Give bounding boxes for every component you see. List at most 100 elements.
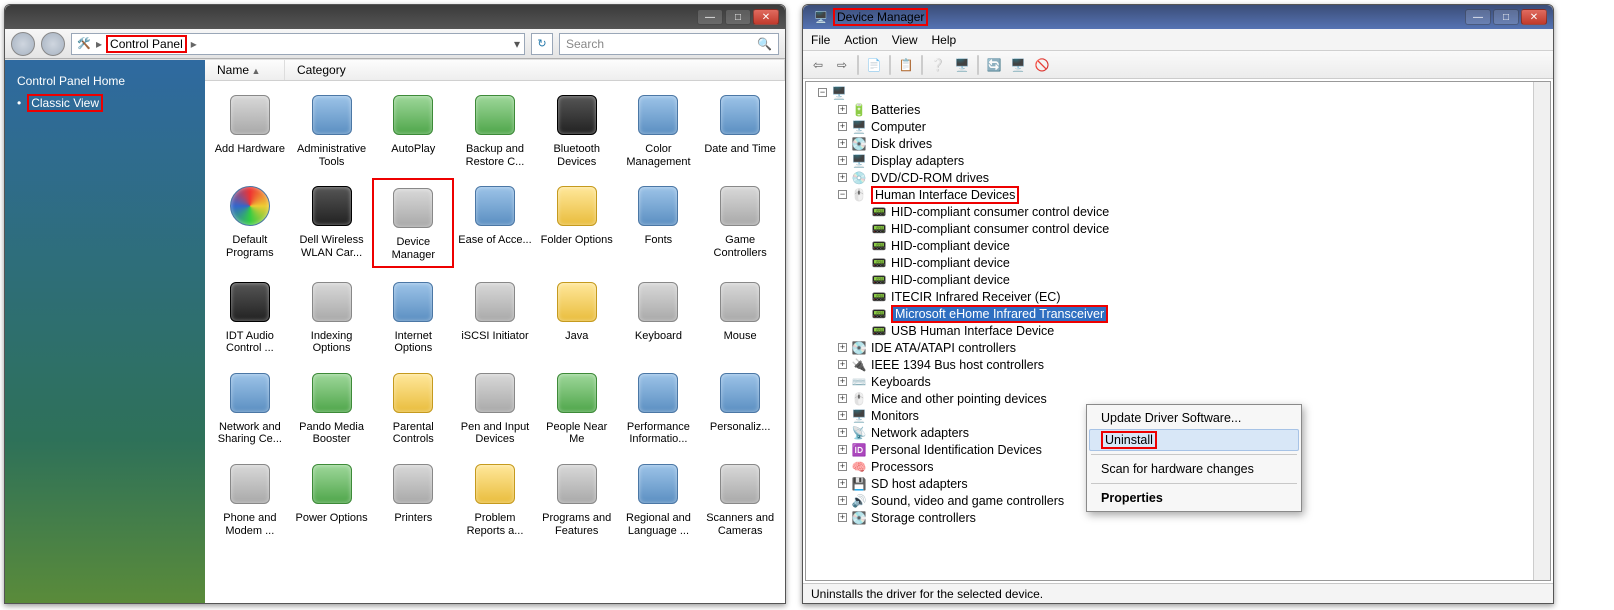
expand-icon[interactable]: + — [838, 105, 847, 114]
tree-node[interactable]: +🔌IEEE 1394 Bus host controllers — [808, 356, 1550, 373]
cp-item[interactable]: Administrative Tools — [291, 87, 373, 172]
cp-item[interactable]: Default Programs — [209, 178, 291, 267]
forward-button[interactable] — [41, 32, 65, 56]
column-category[interactable]: Category — [285, 60, 785, 80]
cp-item[interactable]: People Near Me — [536, 365, 618, 450]
toolbar-show-hidden-icon[interactable]: 📄 — [863, 54, 885, 76]
cp-item[interactable]: Backup and Restore C... — [454, 87, 536, 172]
cp-item[interactable]: IDT Audio Control ... — [209, 274, 291, 359]
cp-item[interactable]: AutoPlay — [372, 87, 454, 172]
expand-icon[interactable]: + — [838, 411, 847, 420]
minimize-button[interactable]: — — [1465, 9, 1491, 25]
maximize-button[interactable]: □ — [1493, 9, 1519, 25]
expand-icon[interactable]: + — [838, 394, 847, 403]
ctx-scan-hardware[interactable]: Scan for hardware changes — [1089, 458, 1299, 480]
cp-item[interactable]: Java — [536, 274, 618, 359]
expand-icon[interactable]: + — [838, 462, 847, 471]
menu-file[interactable]: File — [811, 33, 830, 47]
refresh-button[interactable]: ↻ — [531, 33, 553, 55]
toolbar-properties-icon[interactable]: 📋 — [895, 54, 917, 76]
tree-node[interactable]: −🖥️ — [808, 84, 1550, 101]
expand-icon[interactable]: + — [838, 122, 847, 131]
dropdown-chevron-icon[interactable]: ▾ — [514, 37, 520, 51]
close-button[interactable]: ✕ — [1521, 9, 1547, 25]
cp-item[interactable]: Keyboard — [618, 274, 700, 359]
expand-icon[interactable]: + — [838, 156, 847, 165]
sidebar-classic-view[interactable]: Classic View — [27, 94, 103, 112]
cp-item[interactable]: Performance Informatio... — [618, 365, 700, 450]
expand-icon[interactable]: + — [838, 479, 847, 488]
toolbar-back-icon[interactable]: ⇦ — [807, 54, 829, 76]
expand-icon[interactable]: + — [838, 377, 847, 386]
expand-icon[interactable]: + — [838, 428, 847, 437]
cp-item[interactable]: Personaliz... — [699, 365, 781, 450]
menu-view[interactable]: View — [892, 33, 918, 47]
toolbar-help-icon[interactable]: ❔ — [927, 54, 949, 76]
cp-item[interactable]: Ease of Acce... — [454, 178, 536, 267]
menu-help[interactable]: Help — [932, 33, 957, 47]
cp-item[interactable]: Internet Options — [372, 274, 454, 359]
cp-item[interactable]: Mouse — [699, 274, 781, 359]
back-button[interactable] — [11, 32, 35, 56]
tree-node[interactable]: 📟ITECIR Infrared Receiver (EC) — [808, 288, 1550, 305]
sidebar-home-link[interactable]: Control Panel Home — [17, 74, 193, 88]
minimize-button[interactable]: — — [697, 9, 723, 25]
cp-item[interactable]: Folder Options — [536, 178, 618, 267]
address-bar[interactable]: 🛠️ ▸ Control Panel ▸ ▾ — [71, 33, 525, 55]
cp-item[interactable]: Network and Sharing Ce... — [209, 365, 291, 450]
ctx-properties[interactable]: Properties — [1089, 487, 1299, 509]
cp-item[interactable]: Fonts — [618, 178, 700, 267]
tree-node[interactable]: +💽IDE ATA/ATAPI controllers — [808, 339, 1550, 356]
toolbar-disable-icon[interactable]: 🚫 — [1031, 54, 1053, 76]
cp-item[interactable]: Pando Media Booster — [291, 365, 373, 450]
device-tree[interactable]: −🖥️+🔋Batteries+🖥️Computer+💽Disk drives+🖥… — [805, 81, 1551, 581]
cp-item[interactable]: Dell Wireless WLAN Car... — [291, 178, 373, 267]
toolbar-forward-icon[interactable]: ⇨ — [831, 54, 853, 76]
tree-node[interactable]: +💽Disk drives — [808, 135, 1550, 152]
tree-node[interactable]: +🖥️Display adapters — [808, 152, 1550, 169]
cp-titlebar[interactable]: — □ ✕ — [5, 5, 785, 29]
column-name[interactable]: Name — [205, 60, 285, 80]
cp-item[interactable]: iSCSI Initiator — [454, 274, 536, 359]
breadcrumb[interactable]: Control Panel — [106, 35, 187, 53]
search-input[interactable]: Search 🔍 — [559, 33, 779, 55]
cp-item[interactable]: Indexing Options — [291, 274, 373, 359]
close-button[interactable]: ✕ — [753, 9, 779, 25]
cp-item[interactable]: Add Hardware — [209, 87, 291, 172]
tree-node[interactable]: 📟HID-compliant device — [808, 254, 1550, 271]
cp-item[interactable]: Problem Reports a... — [454, 456, 536, 541]
menu-action[interactable]: Action — [844, 33, 877, 47]
cp-item[interactable]: Parental Controls — [372, 365, 454, 450]
collapse-icon[interactable]: − — [818, 88, 827, 97]
cp-item[interactable]: Phone and Modem ... — [209, 456, 291, 541]
toolbar-uninstall-icon[interactable]: 🖥️ — [1007, 54, 1029, 76]
tree-node[interactable]: −🖱️Human Interface Devices — [808, 186, 1550, 203]
tree-node[interactable]: 📟HID-compliant device — [808, 237, 1550, 254]
tree-node[interactable]: +🔋Batteries — [808, 101, 1550, 118]
cp-item[interactable]: Game Controllers — [699, 178, 781, 267]
dm-titlebar[interactable]: 🖥️ Device Manager — □ ✕ — [803, 5, 1553, 29]
collapse-icon[interactable]: − — [838, 190, 847, 199]
ctx-uninstall[interactable]: Uninstall — [1089, 429, 1299, 451]
cp-item[interactable]: Device Manager — [372, 178, 454, 267]
scrollbar[interactable] — [1533, 82, 1550, 580]
cp-item[interactable]: Regional and Language ... — [618, 456, 700, 541]
tree-node[interactable]: +🖥️Computer — [808, 118, 1550, 135]
cp-item[interactable]: Programs and Features — [536, 456, 618, 541]
tree-node[interactable]: +⌨️Keyboards — [808, 373, 1550, 390]
cp-item[interactable]: Scanners and Cameras — [699, 456, 781, 541]
toolbar-scan-icon[interactable]: 🖥️ — [951, 54, 973, 76]
expand-icon[interactable]: + — [838, 496, 847, 505]
tree-node[interactable]: 📟HID-compliant consumer control device — [808, 203, 1550, 220]
expand-icon[interactable]: + — [838, 445, 847, 454]
cp-item[interactable]: Bluetooth Devices — [536, 87, 618, 172]
maximize-button[interactable]: □ — [725, 9, 751, 25]
tree-node[interactable]: 📟USB Human Interface Device — [808, 322, 1550, 339]
cp-item[interactable]: Color Management — [618, 87, 700, 172]
expand-icon[interactable]: + — [838, 139, 847, 148]
toolbar-update-driver-icon[interactable]: 🔄 — [983, 54, 1005, 76]
tree-node[interactable]: 📟Microsoft eHome Infrared Transceiver — [808, 305, 1550, 322]
cp-item[interactable]: Printers — [372, 456, 454, 541]
expand-icon[interactable]: + — [838, 173, 847, 182]
expand-icon[interactable]: + — [838, 513, 847, 522]
